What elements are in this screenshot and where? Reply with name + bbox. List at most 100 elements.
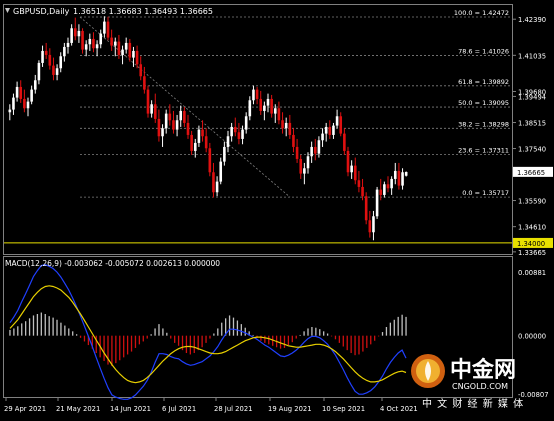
bull-candle	[124, 42, 128, 50]
watermark-tagline: 中 文 财 经 新 媒 体	[422, 397, 524, 410]
bear-candle	[146, 89, 150, 114]
bear-candle	[292, 134, 295, 147]
bull-candle	[332, 125, 335, 135]
bull-candle	[310, 146, 313, 157]
bull-candle	[59, 56, 63, 69]
bear-candle	[361, 186, 364, 197]
date-tick-label: 19 Aug 2021	[268, 405, 312, 413]
bear-candle	[23, 98, 26, 109]
bull-candle	[132, 50, 135, 58]
bear-candle	[346, 150, 350, 173]
bull-candle	[401, 172, 404, 186]
price-tick-label: 1.33665	[518, 249, 546, 257]
bull-candle	[273, 108, 277, 114]
bull-candle	[335, 116, 339, 126]
fib-level-label: 38.2 = 1.38298	[458, 120, 509, 128]
fib-level-label: 100.0 = 1.42472	[454, 9, 509, 17]
bull-candle	[70, 28, 73, 43]
bear-candle	[397, 170, 401, 186]
bull-candle	[55, 68, 59, 75]
bear-candle	[73, 28, 77, 37]
watermark-brand: 中金网	[450, 357, 516, 383]
fib-level-label: 23.6 = 1.37311	[458, 147, 509, 155]
price-tick-label: 1.42390	[518, 16, 546, 24]
price-tick-label: 1.39494	[518, 93, 546, 101]
date-tick-label: 10 Sep 2021	[322, 405, 365, 413]
bull-candle	[223, 146, 226, 162]
bear-candle	[277, 108, 281, 121]
bull-candle	[175, 120, 179, 130]
bull-candle	[375, 189, 379, 217]
bull-candle	[321, 133, 324, 141]
bull-candle	[252, 89, 255, 101]
bear-candle	[255, 89, 259, 99]
bull-candle	[393, 170, 397, 179]
bear-candle	[259, 98, 263, 111]
bull-candle	[15, 86, 19, 98]
price-tick-label: 1.35590	[518, 198, 546, 206]
bull-candle	[241, 129, 244, 139]
bull-candle	[88, 38, 92, 45]
bull-candle	[317, 140, 321, 154]
bull-candle	[84, 44, 88, 50]
bear-candle	[343, 133, 346, 151]
bull-candle	[215, 181, 219, 193]
bull-candle	[219, 161, 223, 182]
date-tick-label: 29 Apr 2021	[4, 405, 46, 413]
bull-candle	[63, 46, 66, 57]
watermark-svg: 中金网 CNGOLD.COM 中 文 财 经 新 媒 体	[411, 354, 524, 410]
bear-candle	[157, 118, 161, 137]
price-tick-label: 1.34610	[518, 224, 546, 232]
bull-candle	[306, 156, 310, 169]
fib-level-label: 50.0 = 1.39095	[458, 99, 509, 107]
support-price-tag: 1.34000	[517, 240, 545, 248]
bear-candle	[379, 189, 383, 195]
bull-candle	[266, 98, 270, 106]
bull-candle	[121, 49, 124, 55]
macd-tick-label: 0.00000	[518, 333, 546, 341]
bear-candle	[281, 120, 284, 129]
price-tick-label: 1.38515	[518, 120, 546, 128]
date-tick-label: 28 Jul 2021	[214, 405, 252, 413]
date-tick-label: 21 May 2021	[56, 405, 100, 413]
bear-candle	[233, 126, 237, 133]
bear-candle	[81, 30, 84, 50]
bull-candle	[113, 41, 117, 46]
symbol-timeframe: GBPUSD,Daily	[13, 7, 70, 16]
bear-candle	[153, 104, 157, 119]
date-tick-label: 6 Jul 2021	[162, 405, 196, 413]
bull-candle	[230, 126, 233, 137]
bear-candle	[288, 122, 292, 135]
bull-candle	[404, 172, 408, 176]
bull-candle	[390, 178, 393, 189]
bull-candle	[66, 42, 70, 47]
bull-candle	[383, 184, 386, 195]
bull-candle	[30, 89, 33, 102]
bear-candle	[168, 113, 172, 121]
bull-candle	[150, 104, 153, 114]
bear-candle	[128, 42, 132, 58]
bull-candle	[263, 105, 266, 111]
bull-candle	[26, 101, 30, 109]
bull-candle	[244, 116, 248, 130]
bear-candle	[19, 86, 23, 99]
bull-candle	[193, 142, 197, 151]
bear-candle	[190, 134, 193, 151]
bear-candle	[386, 184, 390, 189]
bull-candle	[37, 62, 41, 81]
bear-candle	[48, 54, 52, 66]
bear-candle	[172, 120, 175, 130]
bear-candle	[201, 129, 204, 137]
fib-level-label: 61.8 = 1.39892	[458, 78, 509, 86]
macd-label: MACD(12,26,9) -0.003062 -0.005072 0.0026…	[5, 259, 220, 268]
price-tick-label: 1.37540	[518, 146, 546, 154]
bear-candle	[52, 65, 55, 75]
bear-candle	[295, 146, 299, 159]
bear-candle	[328, 126, 332, 135]
bear-candle	[92, 38, 95, 49]
bear-candle	[183, 110, 186, 123]
watermark-url: CNGOLD.COM	[452, 382, 508, 391]
bear-candle	[313, 146, 317, 154]
bull-candle	[179, 110, 183, 121]
bear-candle	[117, 41, 121, 55]
